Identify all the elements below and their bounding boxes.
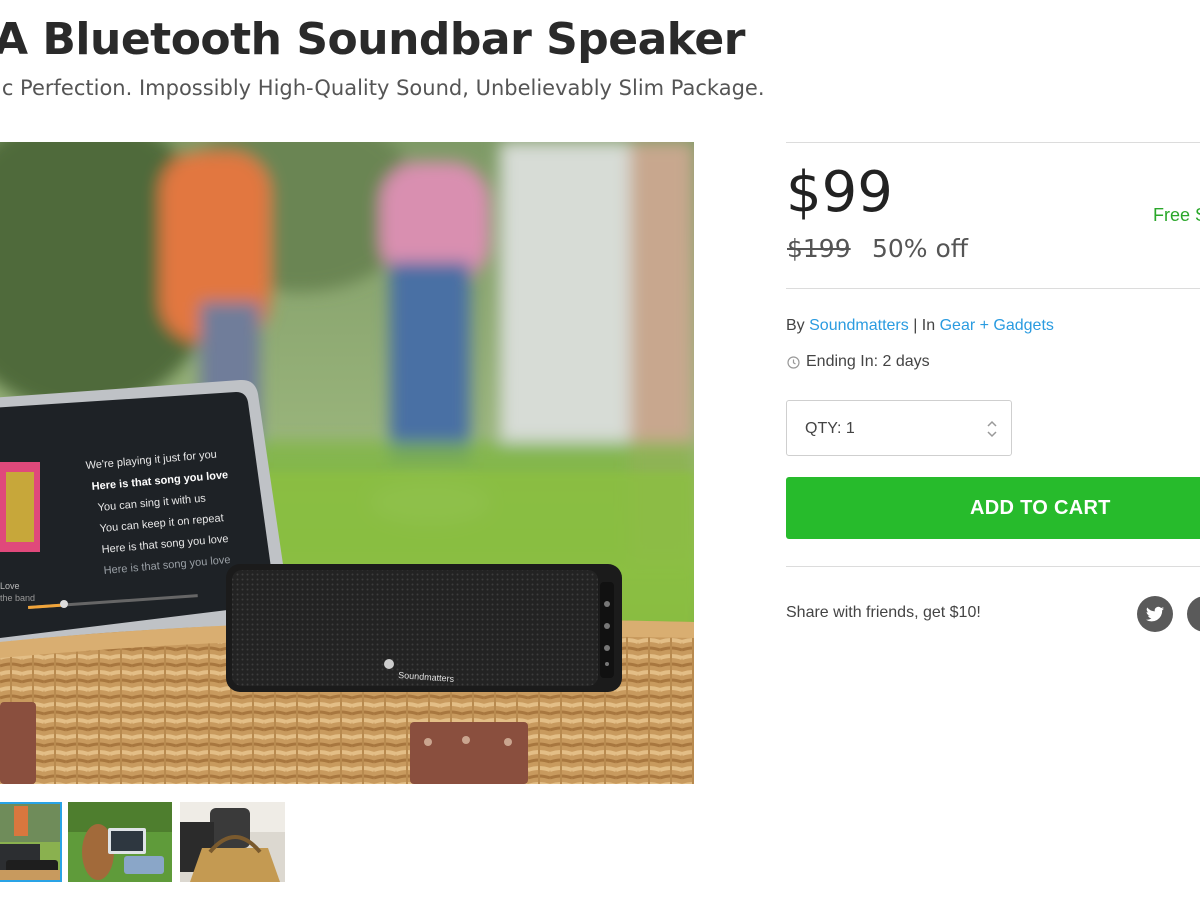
twitter-icon[interactable] — [1137, 596, 1173, 632]
chevron-up-down-icon — [987, 418, 997, 440]
sale-price: $99 — [786, 160, 893, 225]
divider — [786, 288, 1200, 289]
add-to-cart-button[interactable]: ADD TO CART — [786, 477, 1200, 539]
ending-label: Ending In: 2 days — [806, 353, 930, 370]
add-to-cart-label: ADD TO CART — [970, 497, 1111, 519]
divider — [786, 566, 1200, 567]
original-price: $199 — [787, 234, 851, 263]
category-link[interactable]: Gear + Gadgets — [940, 317, 1054, 334]
product-title: A Bluetooth Soundbar Speaker — [0, 14, 745, 65]
thumbnail-3[interactable] — [180, 802, 285, 882]
by-label: By — [786, 317, 805, 334]
facebook-icon[interactable] — [1187, 596, 1200, 632]
thumbnail-2[interactable] — [68, 802, 172, 882]
song-title: Love — [0, 581, 20, 591]
share-promo-text: Share with friends, get $10! — [786, 604, 981, 621]
quantity-value: QTY: 1 — [805, 420, 855, 437]
quantity-select[interactable]: QTY: 1 — [786, 400, 1012, 456]
in-label: In — [921, 317, 936, 334]
product-hero-image[interactable]: We're playing it just for you Here is th… — [0, 142, 694, 784]
ending-time: Ending In: 2 days — [787, 353, 930, 371]
divider — [786, 142, 1200, 143]
seller-category-line: By Soundmatters | In Gear + Gadgets — [786, 317, 1054, 335]
thumbnail-1[interactable] — [0, 802, 62, 882]
clock-icon — [787, 355, 800, 369]
song-artist: the band — [0, 593, 35, 603]
free-shipping-label: Free S — [1153, 205, 1200, 225]
product-subtitle: ic Perfection. Impossibly High-Quality S… — [0, 76, 765, 100]
separator: | — [913, 317, 918, 334]
discount-label: 50% off — [872, 234, 969, 263]
seller-link[interactable]: Soundmatters — [809, 317, 909, 334]
